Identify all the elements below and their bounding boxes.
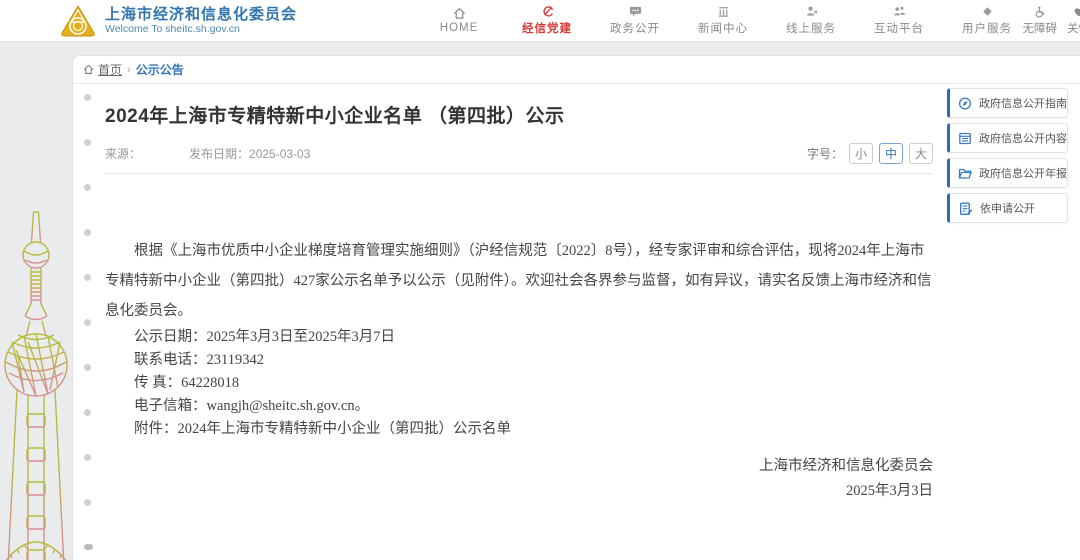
fontsize-large-button[interactable]: 大	[909, 143, 933, 164]
content-panel: 首页 › 公示公告 2024年上海市专精特新中小企业名单 （第四批）公示 来源：…	[72, 55, 1080, 560]
info-line-fax: 传 真：64228018	[105, 372, 933, 395]
decorative-dot	[84, 229, 91, 236]
site-header: 上海市经济和信息化委员会 Welcome To sheitc.sh.gov.cn…	[0, 0, 1080, 42]
accessibility-mode-link[interactable]: 无障碍	[1023, 6, 1058, 36]
care-label: 关怀	[1067, 20, 1080, 36]
info-line-dates: 公示日期：2025年3月3日至2025年3月7日	[105, 326, 933, 349]
nav-label: 用户服务	[962, 20, 1012, 36]
sidebar-item-gov-info-guide[interactable]: 政府信息公开指南	[947, 88, 1068, 118]
folder-icon	[958, 166, 972, 181]
fontsize-label: 字号：	[807, 145, 843, 162]
left-decoration-strip	[0, 42, 72, 560]
sidebar-item-gov-info-annual-report[interactable]: 政府信息公开年报	[947, 158, 1068, 188]
signature-org: 上海市经济和信息化委员会	[105, 454, 933, 479]
nav-label: 互动平台	[874, 20, 924, 36]
decorative-dot	[84, 364, 91, 371]
article: 2024年上海市专精特新中小企业名单 （第四批）公示 来源： 发布日期：2025…	[105, 101, 933, 560]
sidebar-item-label: 依申请公开	[980, 200, 1035, 216]
people-icon	[893, 5, 906, 18]
accessibility-label: 无障碍	[1023, 20, 1058, 36]
article-body: 根据《上海市优质中小企业梯度培育管理实施细则》（沪经信规范〔2022〕8号），经…	[105, 236, 933, 504]
signature-block: 上海市经济和信息化委员会 2025年3月3日	[105, 454, 933, 504]
person-desk-icon	[805, 5, 818, 18]
decorative-dot	[84, 319, 91, 326]
nav-label: 线上服务	[786, 20, 836, 36]
sidebar-item-label: 政府信息公开指南	[979, 95, 1067, 111]
clipboard-pen-icon	[958, 201, 973, 216]
heart-icon	[1073, 6, 1080, 18]
nav-label: 政务公开	[610, 20, 660, 36]
info-line-attachment: 附件：2024年上海市专精特新中小企业（第四批）公示名单	[105, 418, 933, 441]
news-building-icon	[717, 5, 730, 18]
home-icon	[453, 7, 466, 20]
sidebar-item-label: 政府信息公开年报	[979, 165, 1067, 181]
decorative-dot	[84, 184, 91, 191]
decorative-dot	[84, 274, 91, 281]
sidebar-item-gov-info-content[interactable]: 政府信息公开内容	[947, 123, 1068, 153]
page-body: 首页 › 公示公告 2024年上海市专精特新中小企业名单 （第四批）公示 来源：…	[0, 42, 1080, 560]
info-line-phone: 联系电话：23119342	[105, 349, 933, 372]
decorative-dot	[84, 94, 91, 101]
fontsize-small-button[interactable]: 小	[849, 143, 873, 164]
breadcrumb: 首页 › 公示公告	[73, 56, 1080, 84]
home-icon	[83, 64, 94, 75]
nav-item-user-services[interactable]: 用户服务	[943, 5, 1031, 36]
fontsize-medium-button[interactable]: 中	[879, 143, 903, 164]
site-subtitle: Welcome To sheitc.sh.gov.cn	[105, 23, 297, 35]
nav-label: 新闻中心	[698, 20, 748, 36]
nav-item-interactive[interactable]: 互动平台	[855, 5, 943, 36]
breadcrumb-home-label: 首页	[98, 61, 122, 78]
decorative-dot	[84, 409, 91, 416]
signature-date: 2025年3月3日	[105, 479, 933, 504]
speech-bubble-icon	[629, 5, 642, 18]
article-meta-row: 来源： 发布日期：2025-03-03 字号： 小 中 大	[105, 143, 933, 174]
site-logo-block[interactable]: 上海市经济和信息化委员会 Welcome To sheitc.sh.gov.cn	[60, 4, 297, 38]
pearl-tower-illustration	[0, 166, 72, 560]
decorative-dot	[84, 499, 91, 506]
document-list-icon	[958, 131, 972, 146]
decorative-dot	[84, 139, 91, 146]
main-nav: HOME 经信党建 政务公开 新闻中心 线上服务	[415, 5, 1031, 36]
diamond-icon	[981, 5, 994, 18]
nav-item-party[interactable]: 经信党建	[503, 5, 591, 36]
breadcrumb-current[interactable]: 公示公告	[136, 61, 184, 78]
nav-item-gov-info[interactable]: 政务公开	[591, 5, 679, 36]
decorative-dot	[84, 454, 91, 461]
page-title: 2024年上海市专精特新中小企业名单 （第四批）公示	[105, 101, 933, 128]
nav-item-home[interactable]: HOME	[415, 5, 503, 36]
sidebar-item-label: 政府信息公开内容	[979, 130, 1067, 146]
breadcrumb-separator: ›	[127, 64, 131, 76]
nav-item-online-service[interactable]: 线上服务	[767, 5, 855, 36]
info-line-email: 电子信箱：wangjh@sheitc.sh.gov.cn。	[105, 395, 933, 418]
nav-label: 经信党建	[522, 20, 572, 36]
site-logo-icon	[60, 4, 96, 38]
care-mode-link[interactable]: 关怀	[1067, 6, 1080, 36]
decorative-dot	[84, 544, 93, 550]
wheelchair-icon	[1034, 6, 1046, 18]
party-icon	[541, 5, 554, 18]
nav-item-news[interactable]: 新闻中心	[679, 5, 767, 36]
article-paragraph: 根据《上海市优质中小企业梯度培育管理实施细则》（沪经信规范〔2022〕8号），经…	[105, 236, 933, 326]
publish-date: 发布日期：2025-03-03	[189, 145, 310, 162]
binding-dots	[84, 94, 93, 550]
compass-pen-icon	[958, 96, 972, 111]
accessibility-links: 无障碍 关怀	[1023, 0, 1080, 42]
site-title: 上海市经济和信息化委员会	[105, 6, 297, 23]
source-label: 来源：	[105, 145, 141, 162]
breadcrumb-home-link[interactable]: 首页	[83, 61, 122, 78]
quick-links-sidebar: 政府信息公开指南 政府信息公开内容 政府信息公开年报 依申请公开	[947, 88, 1068, 223]
site-titles: 上海市经济和信息化委员会 Welcome To sheitc.sh.gov.cn	[105, 6, 297, 35]
nav-label: HOME	[440, 22, 479, 34]
fontsize-widget: 字号： 小 中 大	[807, 143, 933, 164]
sidebar-item-request-disclosure[interactable]: 依申请公开	[947, 193, 1068, 223]
